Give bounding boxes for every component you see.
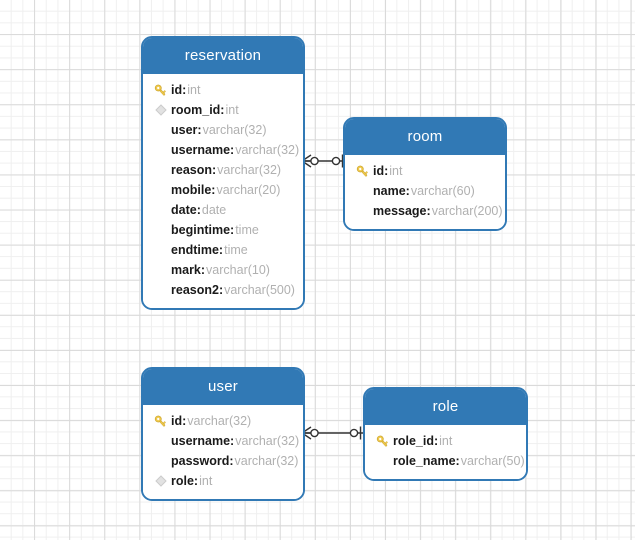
foreign-key-diamond-icon — [152, 473, 169, 489]
field-name: username: — [171, 434, 235, 448]
field-row[interactable]: id: varchar(32) — [143, 411, 303, 431]
field-row[interactable]: role: int — [143, 471, 303, 491]
field-type: int — [439, 434, 453, 448]
field-type: varchar(20) — [216, 183, 281, 197]
entity-user-title: user — [143, 369, 303, 405]
field-row[interactable]: name: varchar(60) — [345, 181, 505, 201]
field-name: user: — [171, 123, 202, 137]
field-type: varchar(32) — [202, 123, 267, 137]
field-row[interactable]: user: varchar(32) — [143, 120, 303, 140]
field-name: message: — [373, 204, 431, 218]
field-row[interactable]: begintime: time — [143, 220, 303, 240]
no-icon — [354, 203, 371, 219]
field-name: role: — [171, 474, 199, 488]
no-icon — [152, 222, 169, 238]
field-name: mobile: — [171, 183, 216, 197]
field-row[interactable]: password: varchar(32) — [143, 451, 303, 471]
field-name: begintime: — [171, 223, 235, 237]
primary-key-icon — [152, 413, 169, 429]
no-icon — [152, 142, 169, 158]
primary-key-icon — [152, 82, 169, 98]
entity-room-title: room — [345, 119, 505, 155]
foreign-key-diamond-icon — [152, 102, 169, 118]
field-name: mark: — [171, 263, 206, 277]
field-row[interactable]: username: varchar(32) — [143, 140, 303, 160]
field-row[interactable]: reason: varchar(32) — [143, 160, 303, 180]
field-type: varchar(10) — [206, 263, 270, 277]
field-row[interactable]: username: varchar(32) — [143, 431, 303, 451]
field-name: date: — [171, 203, 201, 217]
field-row[interactable]: mark: varchar(10) — [143, 260, 303, 280]
field-name: name: — [373, 184, 410, 198]
entity-role[interactable]: role role_id: int role_name: varchar(50) — [363, 387, 528, 481]
field-type: varchar(32) — [217, 163, 282, 177]
no-icon — [374, 453, 391, 469]
entity-role-fields: role_id: int role_name: varchar(50) — [365, 425, 526, 479]
field-type: varchar(32) — [234, 454, 299, 468]
no-icon — [152, 282, 169, 298]
field-name: role_name: — [393, 454, 460, 468]
field-row[interactable]: room_id: int — [143, 100, 303, 120]
entity-reservation[interactable]: reservation id: int room_id: int user: var… — [141, 36, 305, 310]
field-name: id: — [373, 164, 389, 178]
field-type: varchar(32) — [235, 143, 300, 157]
field-type: time — [224, 243, 248, 257]
field-type: varchar(32) — [187, 414, 252, 428]
field-type: varchar(32) — [235, 434, 300, 448]
no-icon — [152, 122, 169, 138]
relationship-user-role[interactable] — [300, 422, 366, 444]
no-icon — [354, 183, 371, 199]
entity-reservation-fields: id: int room_id: int user: varchar(32) user… — [143, 74, 303, 308]
er-diagram-canvas[interactable]: reservation id: int room_id: int user: var… — [0, 0, 635, 540]
field-name: role_id: — [393, 434, 439, 448]
field-type: int — [225, 103, 239, 117]
field-row[interactable]: message: varchar(200) — [345, 201, 505, 221]
no-icon — [152, 182, 169, 198]
no-icon — [152, 162, 169, 178]
entity-user[interactable]: user id: varchar(32) username: varchar(32… — [141, 367, 305, 501]
no-icon — [152, 262, 169, 278]
field-row[interactable]: endtime: time — [143, 240, 303, 260]
field-name: username: — [171, 143, 235, 157]
field-name: endtime: — [171, 243, 224, 257]
field-type: int — [187, 83, 201, 97]
field-type: varchar(500) — [224, 283, 295, 297]
no-icon — [152, 242, 169, 258]
field-name: id: — [171, 414, 187, 428]
field-type: varchar(60) — [410, 184, 475, 198]
field-row[interactable]: date: date — [143, 200, 303, 220]
field-row[interactable]: id: int — [345, 161, 505, 181]
primary-key-icon — [374, 433, 391, 449]
field-name: password: — [171, 454, 234, 468]
field-type: varchar(50) — [460, 454, 525, 468]
field-name: reason2: — [171, 283, 224, 297]
field-name: room_id: — [171, 103, 225, 117]
field-type: date — [201, 203, 227, 217]
no-icon — [152, 433, 169, 449]
primary-key-icon — [354, 163, 371, 179]
field-row[interactable]: role_name: varchar(50) — [365, 451, 526, 471]
no-icon — [152, 202, 169, 218]
field-row[interactable]: mobile: varchar(20) — [143, 180, 303, 200]
entity-user-fields: id: varchar(32) username: varchar(32) pass… — [143, 405, 303, 499]
field-row[interactable]: role_id: int — [365, 431, 526, 451]
field-type: int — [199, 474, 213, 488]
entity-room-fields: id: int name: varchar(60) message: varchar… — [345, 155, 505, 229]
no-icon — [152, 453, 169, 469]
entity-role-title: role — [365, 389, 526, 425]
entity-reservation-title: reservation — [143, 38, 303, 74]
entity-room[interactable]: room id: int name: varchar(60) message: va… — [343, 117, 507, 231]
field-type: time — [235, 223, 259, 237]
field-row[interactable]: id: int — [143, 80, 303, 100]
field-name: id: — [171, 83, 187, 97]
field-name: reason: — [171, 163, 217, 177]
field-type: int — [389, 164, 403, 178]
relationship-reservation-room[interactable] — [300, 150, 348, 172]
field-row[interactable]: reason2: varchar(500) — [143, 280, 303, 300]
field-type: varchar(200) — [431, 204, 503, 218]
